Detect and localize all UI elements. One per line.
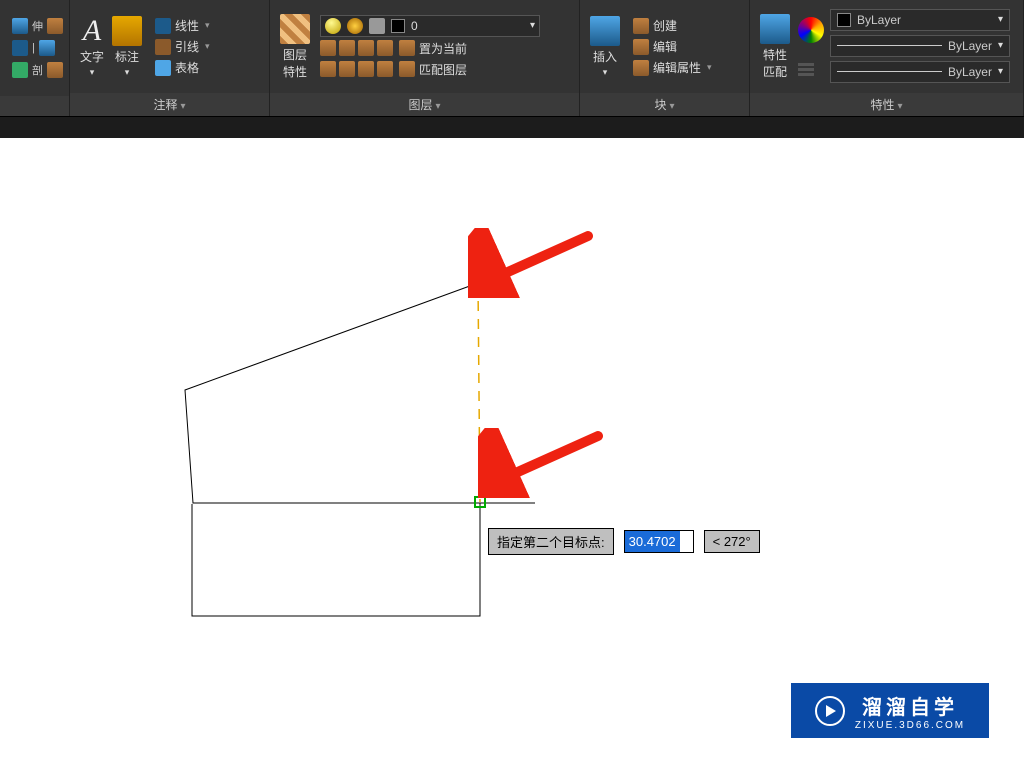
dimension-icon <box>112 16 142 46</box>
leftedge-1[interactable]: 伸 <box>12 18 63 34</box>
set-current-icon <box>399 40 415 56</box>
linear-icon <box>155 18 171 34</box>
bulb-icon <box>325 18 341 34</box>
layer-ico-7[interactable] <box>358 61 374 77</box>
layer-props-button[interactable]: 图层 特性 <box>276 12 314 82</box>
layer-ico-1[interactable] <box>320 40 336 56</box>
linetype-dropdown[interactable]: ByLayer▾ <box>830 35 1010 57</box>
annotation-arrow-1 <box>468 228 598 298</box>
lineweight-icon[interactable] <box>798 61 814 77</box>
match-props-icon <box>760 14 790 44</box>
layer-ico-2[interactable] <box>339 40 355 56</box>
layer-ico-8[interactable] <box>377 61 393 77</box>
insert-icon <box>590 16 620 46</box>
layer-ico-5[interactable] <box>320 61 336 77</box>
linetype-sample-icon <box>837 45 942 46</box>
text-button[interactable]: A 文字 ▾ <box>76 14 108 80</box>
layer-stack-icon <box>280 14 310 44</box>
leftedge-2[interactable]: | <box>12 40 63 56</box>
color-swatch-icon <box>837 13 851 27</box>
block-edit-button[interactable]: 编辑 <box>630 37 715 56</box>
match-layer-icon <box>399 61 415 77</box>
separator-bar <box>0 116 1024 138</box>
sun-icon <box>347 18 363 34</box>
play-icon <box>815 696 845 726</box>
block-create-button[interactable]: 创建 <box>630 16 715 35</box>
ribbon: 伸 | 剖 A 文字 ▾ 标注 ▾ 线性▾ 引线▾ 表格 <box>0 0 1024 116</box>
layer-color-swatch <box>391 19 405 33</box>
leader-icon <box>155 39 171 55</box>
lineweight-sample-icon <box>837 71 942 72</box>
insert-button[interactable]: 插入 ▾ <box>586 14 624 80</box>
match-props-button[interactable]: 特性 匹配 <box>756 12 794 82</box>
watermark-banner: 溜溜自学 ZIXUE.3D66.COM <box>791 683 989 738</box>
color-dropdown[interactable]: ByLayer▾ <box>830 9 1010 31</box>
dynamic-input: 指定第二个目标点: 30.4702 < 272° <box>488 528 760 555</box>
angle-display: < 272° <box>704 530 760 553</box>
text-a-icon: A <box>83 16 101 46</box>
block-edit-attr-icon <box>633 60 649 76</box>
block-edit-icon <box>633 39 649 55</box>
layer-dropdown[interactable]: 0 ▾ <box>320 15 540 37</box>
set-current-button[interactable]: 置为当前 <box>396 39 470 58</box>
layer-ico-6[interactable] <box>339 61 355 77</box>
annotate-panel-title[interactable]: 注释▾ <box>70 93 269 116</box>
annotation-arrow-2 <box>478 428 608 498</box>
table-icon <box>155 60 171 76</box>
drawing-canvas[interactable]: 指定第二个目标点: 30.4702 < 272° 溜溜自学 ZIXUE.3D66… <box>0 138 1024 768</box>
table-button[interactable]: 表格 <box>152 58 213 77</box>
layer-ico-3[interactable] <box>358 40 374 56</box>
blocks-panel-title[interactable]: 块▾ <box>580 93 749 116</box>
leftedge-3[interactable]: 剖 <box>12 62 63 78</box>
dynamic-prompt: 指定第二个目标点: <box>488 528 614 555</box>
lock-icon <box>369 18 385 34</box>
block-create-icon <box>633 18 649 34</box>
layer-ico-4[interactable] <box>377 40 393 56</box>
layers-panel-title[interactable]: 图层▾ <box>270 93 579 116</box>
distance-input[interactable]: 30.4702 <box>624 530 694 553</box>
match-layer-button[interactable]: 匹配图层 <box>396 60 470 79</box>
leader-button[interactable]: 引线▾ <box>152 37 213 56</box>
block-edit-attr-button[interactable]: 编辑属性▾ <box>630 58 715 77</box>
lineweight-dropdown[interactable]: ByLayer▾ <box>830 61 1010 83</box>
dimension-button[interactable]: 标注 ▾ <box>108 14 146 80</box>
linear-button[interactable]: 线性▾ <box>152 16 213 35</box>
props-panel-title[interactable]: 特性▾ <box>750 93 1023 116</box>
colorwheel-icon[interactable] <box>798 17 824 43</box>
